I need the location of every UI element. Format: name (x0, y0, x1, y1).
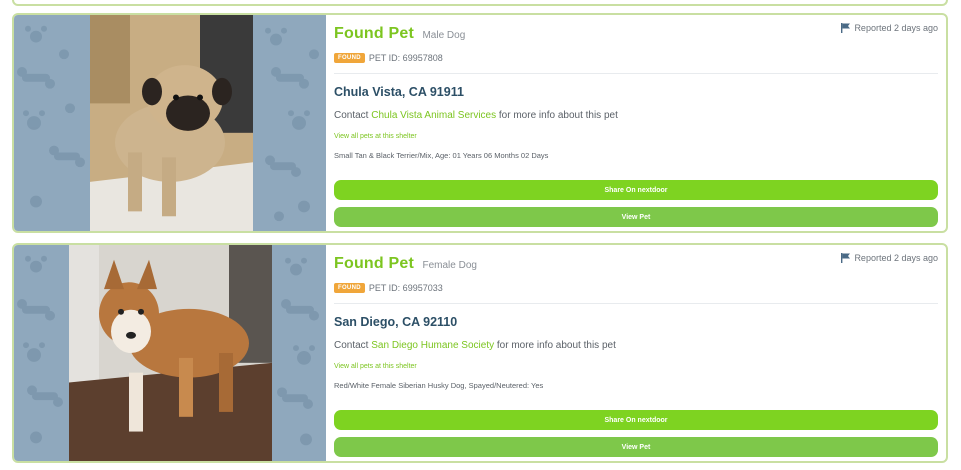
contact-suffix: for more info about this pet (498, 110, 618, 121)
pet-card: Found Pet Female Dog Reported 2 days ago… (12, 243, 948, 463)
contact-line: Contact San Diego Humane Society for mor… (334, 340, 616, 351)
share-nextdoor-button[interactable]: Share On nextdoor (334, 410, 938, 430)
pet-id-row: FOUND PET ID: 69957033 (334, 283, 443, 293)
pet-photo[interactable] (69, 245, 272, 461)
pet-gender: Female Dog (422, 260, 477, 271)
found-title: Found Pet (334, 25, 415, 42)
pet-id: PET ID: 69957808 (368, 53, 443, 63)
pet-gender: Male Dog (422, 30, 466, 41)
dog-photo (90, 15, 253, 231)
reported-label: Reported 2 days ago (854, 23, 938, 33)
pet-location: San Diego, CA 92110 (334, 315, 458, 329)
view-all-shelter-link[interactable]: View all pets at this shelter (334, 133, 417, 140)
shelter-link[interactable]: San Diego Humane Society (371, 340, 494, 351)
divider (334, 303, 938, 304)
photo-area (14, 15, 326, 231)
flag-icon[interactable] (841, 253, 851, 263)
contact-suffix: for more info about this pet (496, 340, 616, 351)
pet-info: Found Pet Male Dog Reported 2 days ago F… (334, 15, 946, 231)
previous-card-edge (12, 0, 948, 6)
pet-description: Red/White Female Siberian Husky Dog, Spa… (334, 381, 544, 390)
found-title: Found Pet (334, 255, 415, 272)
photo-area (14, 245, 326, 461)
pet-photo[interactable] (90, 15, 253, 231)
view-pet-button[interactable]: View Pet (334, 437, 938, 457)
view-all-shelter-link[interactable]: View all pets at this shelter (334, 363, 417, 370)
pet-card: Found Pet Male Dog Reported 2 days ago F… (12, 13, 948, 233)
pet-info: Found Pet Female Dog Reported 2 days ago… (334, 245, 946, 461)
contact-prefix: Contact (334, 340, 369, 351)
reported-time: Reported 2 days ago (841, 253, 938, 263)
reported-label: Reported 2 days ago (854, 253, 938, 263)
pet-description: Small Tan & Black Terrier/Mix, Age: 01 Y… (334, 151, 549, 160)
divider (334, 73, 938, 74)
dog-photo (69, 245, 272, 461)
pet-heading: Found Pet Female Dog (334, 255, 477, 273)
pet-location: Chula Vista, CA 91911 (334, 85, 464, 99)
pet-id: PET ID: 69957033 (368, 283, 443, 293)
found-badge: FOUND (334, 283, 365, 293)
found-badge: FOUND (334, 53, 365, 63)
view-pet-button[interactable]: View Pet (334, 207, 938, 227)
contact-line: Contact Chula Vista Animal Services for … (334, 110, 618, 121)
flag-icon[interactable] (841, 23, 851, 33)
reported-time: Reported 2 days ago (841, 23, 938, 33)
shelter-link[interactable]: Chula Vista Animal Services (371, 110, 496, 121)
contact-prefix: Contact (334, 110, 369, 121)
share-nextdoor-button[interactable]: Share On nextdoor (334, 180, 938, 200)
pet-heading: Found Pet Male Dog (334, 25, 465, 43)
pet-id-row: FOUND PET ID: 69957808 (334, 53, 443, 63)
